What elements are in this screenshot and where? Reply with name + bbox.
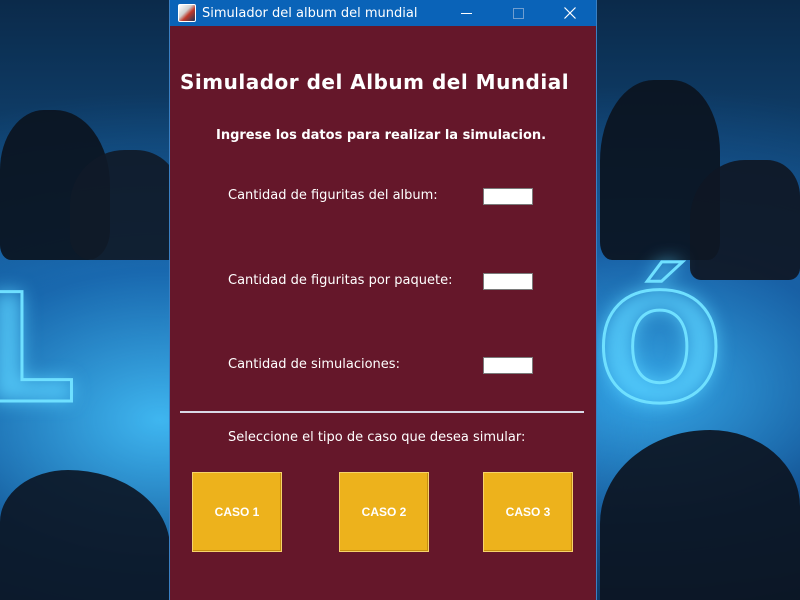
pack-size-input[interactable] [483,273,533,290]
case-3-button[interactable]: CASO 3 [483,472,573,552]
page-title: Simulador del Album del Mundial [180,70,570,94]
divider [180,411,584,413]
maximize-button[interactable] [492,0,544,26]
background-rock [600,430,800,600]
close-button[interactable] [544,0,596,26]
close-icon [564,7,576,19]
app-icon [178,4,196,22]
window-title: Simulador del album del mundial [202,5,418,21]
pack-size-label: Cantidad de figuritas por paquete: [228,273,453,288]
album-size-input[interactable] [483,188,533,205]
album-size-label: Cantidad de figuritas del album: [228,188,438,203]
instructions-text: Ingrese los datos para realizar la simul… [216,128,547,143]
minimize-button[interactable] [440,0,492,26]
app-window: Simulador del album del mundial Simulado… [170,0,596,600]
case-prompt: Seleccione el tipo de caso que desea sim… [228,430,526,445]
simulations-input[interactable] [483,357,533,374]
maximize-icon [512,7,524,19]
background-rock [0,470,170,600]
title-bar[interactable]: Simulador del album del mundial [170,0,596,26]
case-1-button[interactable]: CASO 1 [192,472,282,552]
simulations-label: Cantidad de simulaciones: [228,357,400,372]
background-rock [70,150,180,260]
background-rock [690,160,800,280]
case-2-button[interactable]: CASO 2 [339,472,429,552]
minimize-icon [460,8,472,19]
